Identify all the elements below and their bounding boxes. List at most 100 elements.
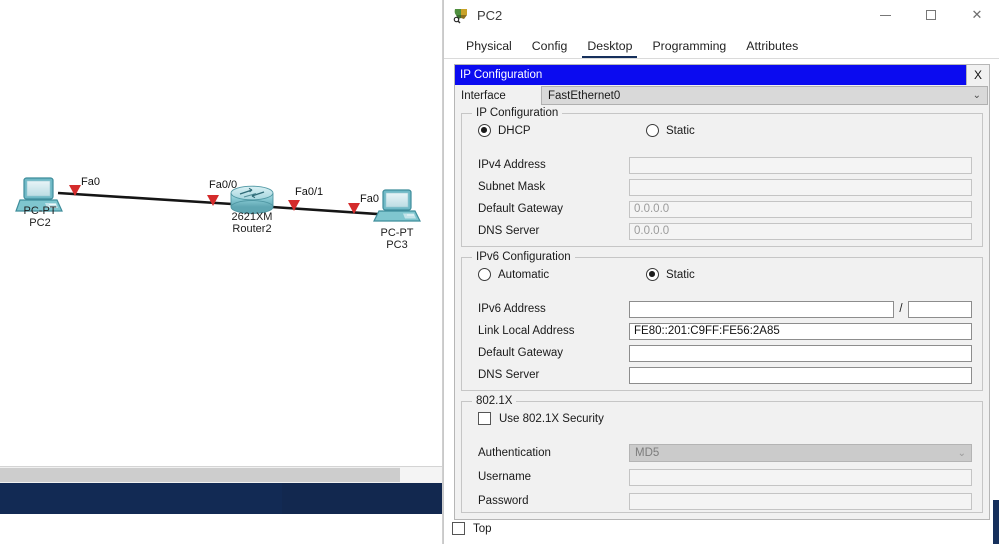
authentication-dropdown[interactable]: MD5 ⌄ (629, 444, 972, 462)
ipv4-mode-row: DHCP Static (462, 124, 982, 146)
top-checkbox[interactable]: Top (452, 522, 492, 535)
ipv4-gateway-label: Default Gateway (478, 203, 564, 215)
field-ipv6-gateway: Default Gateway (462, 342, 982, 364)
radio-dhcp-indicator (478, 124, 491, 137)
device-label-pc2-name: PC2 (29, 217, 51, 229)
tab-bar: Physical Config Desktop Programming Attr… (444, 30, 999, 59)
logical-topology-canvas[interactable]: Fa0 Fa0/0 Fa0/1 Fa0 PC-PT PC2 2621XM Rou… (0, 0, 443, 466)
radio-dhcp-label: DHCP (498, 124, 531, 137)
radio-static-ipv4-label: Static (666, 124, 695, 137)
chevron-down-icon: ⌄ (957, 447, 966, 459)
ipv6-dns-label: DNS Server (478, 369, 540, 381)
ipv4-gateway-input[interactable]: 0.0.0.0 (629, 200, 972, 218)
window-edge-accent (993, 500, 999, 544)
radio-dhcp[interactable]: DHCP (478, 124, 531, 137)
device-label-pc2-type: PC-PT (23, 205, 57, 217)
ipv6-prefix-input[interactable] (908, 300, 972, 318)
device-label-router2-type: 2621XM (231, 211, 273, 223)
device-config-window: PC2 ✕ Physical Config Desktop Programmin… (443, 0, 999, 544)
port-label-router-fa01: Fa0/1 (295, 186, 324, 198)
radio-static-ipv6[interactable]: Static (646, 268, 695, 281)
checkbox-indicator (452, 522, 465, 535)
field-password: Password (462, 490, 982, 512)
window-titlebar[interactable]: PC2 ✕ (444, 0, 999, 30)
radio-static-ipv6-indicator (646, 268, 659, 281)
ipv4-dns-input[interactable]: 0.0.0.0 (629, 222, 972, 240)
username-input[interactable] (629, 468, 972, 486)
tab-config[interactable]: Config (522, 33, 578, 59)
radio-automatic-indicator (478, 268, 491, 281)
device-label-pc3-type: PC-PT (380, 227, 414, 239)
link-local-label: Link Local Address (478, 325, 575, 337)
tab-physical[interactable]: Physical (456, 33, 522, 59)
field-authentication: Authentication MD5 ⌄ (462, 442, 982, 464)
ipv6-dns-input[interactable] (629, 366, 972, 384)
tab-programming[interactable]: Programming (642, 33, 736, 59)
chevron-down-icon: ⌄ (972, 90, 981, 101)
window-controls: ✕ (862, 0, 999, 30)
interface-value: FastEthernet0 (548, 89, 621, 102)
radio-static-ipv4[interactable]: Static (646, 124, 695, 137)
password-input[interactable] (629, 492, 972, 510)
field-link-local: Link Local Address FE80::201:C9FF:FE56:2… (462, 320, 982, 342)
ipv4-group: IP Configuration DHCP Static IPv4 Addres… (461, 107, 983, 247)
ipv6-group-title: IPv6 Configuration (472, 251, 575, 263)
tab-attributes[interactable]: Attributes (736, 33, 808, 59)
username-label: Username (478, 471, 532, 483)
panel-close-button[interactable]: X (966, 65, 989, 85)
interface-label: Interface (461, 89, 506, 102)
ipv6-address-input[interactable] (629, 300, 894, 318)
scrollbar-track[interactable] (400, 467, 443, 484)
radio-automatic-label: Automatic (498, 268, 550, 281)
tab-separator (444, 58, 999, 59)
ipv4-dns-label: DNS Server (478, 225, 540, 237)
top-checkbox-label: Top (473, 522, 492, 535)
dot1x-group: 802.1X Use 802.1X Security Authenticatio… (461, 395, 983, 513)
port-label-router-fa00: Fa0/0 (209, 179, 238, 191)
port-label-pc3-fa0: Fa0 (360, 193, 379, 205)
ipv6-gateway-input[interactable] (629, 344, 972, 362)
field-ipv6-dns: DNS Server (462, 364, 982, 386)
panel-title: IP Configuration (455, 65, 966, 85)
ipv6-gateway-label: Default Gateway (478, 347, 564, 359)
authentication-value: MD5 (635, 447, 660, 459)
interface-dropdown[interactable]: FastEthernet0 ⌄ (541, 86, 988, 105)
device-label-router2-name: Router2 (232, 223, 272, 235)
ipv6-address-label: IPv6 Address (478, 303, 546, 315)
dot1x-checkbox-label: Use 802.1X Security (499, 412, 604, 425)
subnet-mask-label: Subnet Mask (478, 181, 546, 193)
workspace-panel: Fa0 Fa0/0 Fa0/1 Fa0 PC-PT PC2 2621XM Rou… (0, 0, 443, 544)
scrollbar-thumb[interactable] (0, 468, 400, 482)
link-local-input[interactable]: FE80::201:C9FF:FE56:2A85 (629, 322, 972, 340)
ipv4-address-input[interactable] (629, 156, 972, 174)
interface-row: Interface FastEthernet0 ⌄ (455, 85, 989, 106)
radio-static-ipv6-label: Static (666, 268, 695, 281)
device-pc3-icon (373, 189, 421, 222)
ipv4-group-title: IP Configuration (472, 107, 563, 119)
close-button[interactable]: ✕ (954, 0, 999, 30)
radio-static-ipv4-indicator (646, 124, 659, 137)
packet-tracer-icon (452, 6, 470, 24)
dot1x-security-checkbox[interactable]: Use 802.1X Security (478, 412, 604, 425)
tab-desktop[interactable]: Desktop (577, 33, 642, 59)
field-ipv4-address: IPv4 Address (462, 154, 982, 176)
ipv4-address-label: IPv4 Address (478, 159, 546, 171)
field-subnet-mask: Subnet Mask (462, 176, 982, 198)
field-ipv4-dns: DNS Server 0.0.0.0 (462, 220, 982, 242)
field-ipv6-address: IPv6 Address / (462, 298, 982, 320)
minimize-button[interactable] (862, 0, 908, 30)
authentication-label: Authentication (478, 447, 551, 459)
maximize-button[interactable] (908, 0, 954, 30)
checkbox-indicator (478, 412, 491, 425)
field-ipv4-gateway: Default Gateway 0.0.0.0 (462, 198, 982, 220)
workspace-status-band-right (282, 483, 443, 514)
ipv6-prefix-separator: / (899, 303, 903, 315)
bottom-toolbar: i Scenario 0 ⌄ (0, 514, 443, 544)
panel-header: IP Configuration X (455, 65, 989, 85)
field-username: Username (462, 466, 982, 488)
radio-automatic[interactable]: Automatic (478, 268, 549, 281)
password-label: Password (478, 495, 529, 507)
workspace-horizontal-scrollbar[interactable] (0, 466, 443, 484)
subnet-mask-input[interactable] (629, 178, 972, 196)
device-label-pc3-name: PC3 (386, 239, 408, 251)
